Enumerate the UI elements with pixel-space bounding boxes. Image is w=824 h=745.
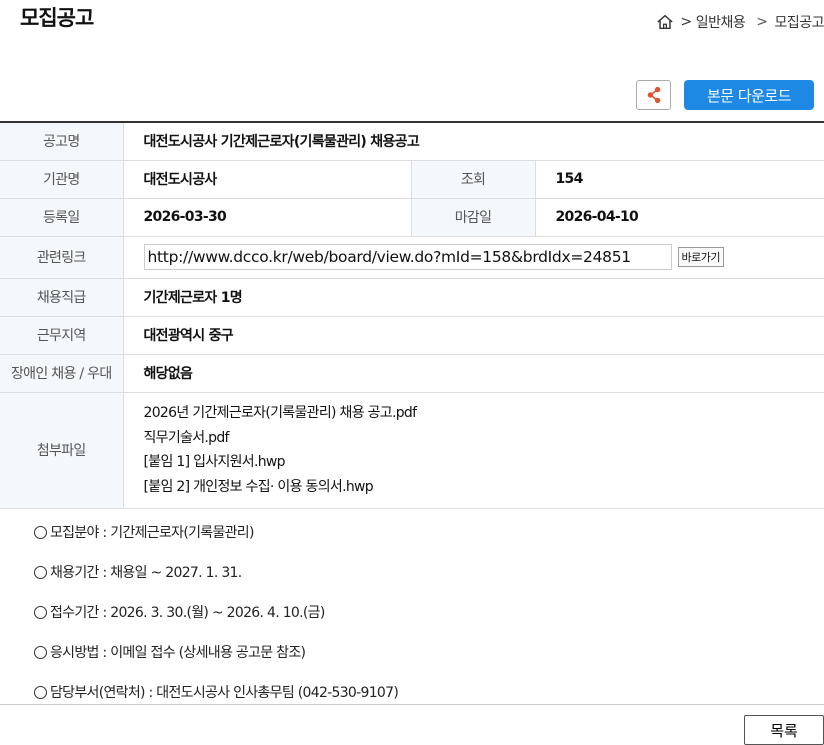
org-label: 기관명 bbox=[0, 160, 124, 199]
table-row: 장애인 채용 / 우대 해당없음 bbox=[0, 354, 824, 393]
breadcrumb: > 일반채용 > 모집공고 bbox=[656, 12, 824, 32]
notice-details: 모집분야 : 기간제근로자(기록물관리) 채용기간 : 채용일 ~ 2027. … bbox=[34, 512, 399, 712]
home-icon[interactable] bbox=[656, 13, 674, 31]
related-link-field[interactable]: http://www.dcco.kr/web/board/view.do?mId… bbox=[143, 244, 672, 270]
attachment-list: 2026년 기간제근로자(기록물관리) 채용 공고.pdf 직무기술서.pdf … bbox=[144, 401, 824, 499]
table-row: 기관명 대전도시공사 조회 154 bbox=[0, 160, 824, 199]
files-cell: 2026년 기간제근로자(기록물관리) 채용 공고.pdf 직무기술서.pdf … bbox=[123, 392, 824, 509]
breadcrumb-separator: > bbox=[756, 14, 768, 30]
list-item: 접수기간 : 2026. 3. 30.(월) ~ 2026. 4. 10.(금) bbox=[34, 592, 398, 632]
title-value: 대전도시공사 기간제근로자(기록물관리) 채용공고 bbox=[123, 122, 824, 161]
detail-text: 모집분야 : 기간제근로자(기록물관리) bbox=[50, 525, 254, 541]
deadline-label: 마감일 bbox=[411, 198, 536, 237]
detail-text: 담당부서(연락처) : 대전도시공사 인사총무팀 (042-530-9107) bbox=[50, 685, 399, 701]
share-icon bbox=[647, 86, 660, 104]
divider bbox=[0, 704, 824, 705]
attachment-link[interactable]: 직무기술서.pdf bbox=[144, 426, 824, 451]
table-row: 공고명 대전도시공사 기간제근로자(기록물관리) 채용공고 bbox=[0, 122, 824, 161]
views-label: 조회 bbox=[411, 160, 536, 199]
attachment-link[interactable]: [붙임 1] 입사지원서.hwp bbox=[144, 450, 824, 475]
job-value: 기간제근로자 1명 bbox=[123, 278, 824, 317]
list-button[interactable]: 목록 bbox=[744, 715, 824, 745]
page-title: 모집공고 bbox=[20, 6, 94, 30]
circle-bullet-icon bbox=[34, 645, 47, 659]
notice-info-table: 공고명 대전도시공사 기간제근로자(기록물관리) 채용공고 기관명 대전도시공사… bbox=[0, 121, 824, 509]
circle-bullet-icon bbox=[34, 565, 47, 579]
disabled-value: 해당없음 bbox=[123, 354, 824, 393]
list-item: 채용기간 : 채용일 ~ 2027. 1. 31. bbox=[34, 552, 398, 592]
deadline-value: 2026-04-10 bbox=[535, 198, 824, 237]
list-item: 담당부서(연락처) : 대전도시공사 인사총무팀 (042-530-9107) bbox=[34, 672, 399, 712]
detail-text: 접수기간 : 2026. 3. 30.(월) ~ 2026. 4. 10.(금) bbox=[50, 605, 325, 621]
disabled-label: 장애인 채용 / 우대 bbox=[0, 354, 124, 393]
detail-text: 응시방법 : 이메일 접수 (상세내용 공고문 참조) bbox=[50, 645, 306, 661]
breadcrumb-item-general[interactable]: 일반채용 bbox=[696, 12, 746, 32]
circle-bullet-icon bbox=[34, 525, 47, 539]
link-label: 관련링크 bbox=[0, 236, 124, 279]
circle-bullet-icon bbox=[34, 605, 47, 619]
list-item: 응시방법 : 이메일 접수 (상세내용 공고문 참조) bbox=[34, 632, 398, 672]
job-label: 채용직급 bbox=[0, 278, 124, 317]
reg-date-label: 등록일 bbox=[0, 198, 124, 237]
attachment-link[interactable]: [붙임 2] 개인정보 수집· 이용 동의서.hwp bbox=[144, 475, 824, 500]
table-row: 첨부파일 2026년 기간제근로자(기록물관리) 채용 공고.pdf 직무기술서… bbox=[0, 392, 824, 509]
table-row: 관련링크 http://www.dcco.kr/web/board/view.d… bbox=[0, 236, 824, 279]
download-button[interactable]: 본문 다운로드 bbox=[684, 80, 814, 110]
table-row: 채용직급 기간제근로자 1명 bbox=[0, 278, 824, 317]
region-value: 대전광역시 중구 bbox=[123, 316, 824, 355]
table-row: 근무지역 대전광역시 중구 bbox=[0, 316, 824, 355]
breadcrumb-item-current[interactable]: 모집공고 bbox=[774, 12, 824, 32]
attachment-link[interactable]: 2026년 기간제근로자(기록물관리) 채용 공고.pdf bbox=[144, 401, 824, 426]
share-button[interactable] bbox=[636, 80, 671, 110]
reg-date-value: 2026-03-30 bbox=[123, 198, 412, 237]
views-value: 154 bbox=[535, 160, 824, 199]
org-value: 대전도시공사 bbox=[123, 160, 412, 199]
region-label: 근무지역 bbox=[0, 316, 124, 355]
go-link-button[interactable]: 바로가기 bbox=[677, 247, 724, 267]
title-label: 공고명 bbox=[0, 122, 124, 161]
files-label: 첨부파일 bbox=[0, 392, 124, 509]
circle-bullet-icon bbox=[34, 685, 47, 699]
breadcrumb-separator: > bbox=[680, 14, 692, 30]
list-item: 모집분야 : 기간제근로자(기록물관리) bbox=[34, 512, 398, 552]
link-cell: http://www.dcco.kr/web/board/view.do?mId… bbox=[123, 236, 824, 279]
table-row: 등록일 2026-03-30 마감일 2026-04-10 bbox=[0, 198, 824, 237]
detail-text: 채용기간 : 채용일 ~ 2027. 1. 31. bbox=[50, 565, 242, 581]
